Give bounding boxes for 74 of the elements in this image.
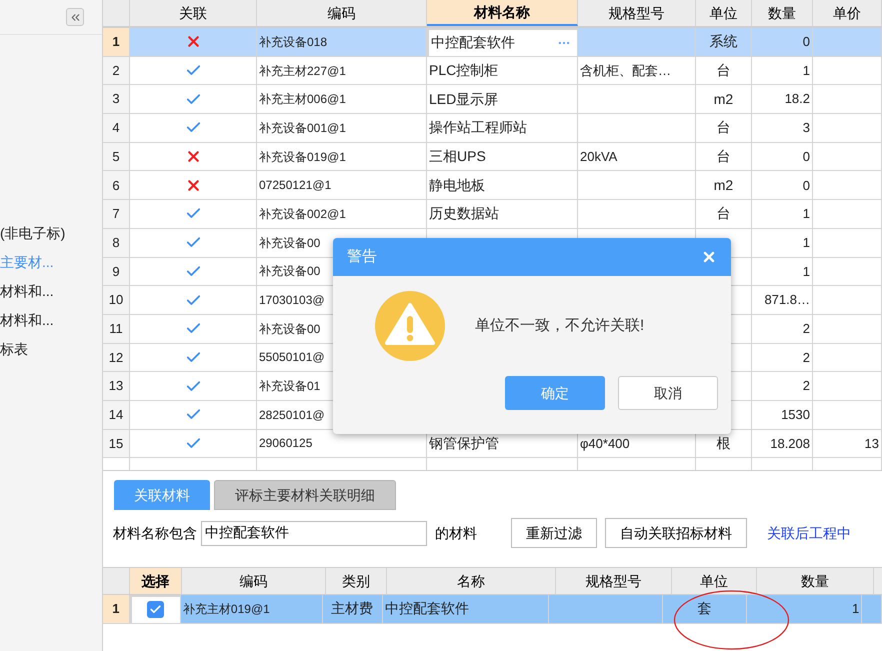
table-cell-text: 18.2: [784, 90, 810, 108]
table-cell-text: 17030103@: [259, 292, 325, 310]
row-header: 5: [103, 142, 130, 172]
row-header: 15: [103, 430, 130, 458]
row-header: 10: [103, 286, 130, 315]
table-cell-text: 07250121@1: [259, 177, 332, 194]
table-cell-text: 补充设备00: [259, 263, 320, 280]
row-header: 1: [103, 28, 130, 57]
table-cell-text: 0: [802, 33, 810, 52]
table-cell-text: 2: [802, 348, 810, 367]
row-header: 8: [103, 228, 130, 258]
table-cell-text: 1: [852, 600, 860, 618]
table-cell-text: LED显示屏: [429, 90, 498, 109]
table-cell-text: 20kVA: [580, 148, 618, 166]
table-cell-text: 2: [802, 377, 810, 396]
row-header: 11: [103, 314, 130, 344]
table-cell-text: 主材费: [331, 599, 374, 618]
table-cell-text: 1: [802, 262, 810, 281]
row-header: 4: [103, 114, 130, 143]
table-cell-text: 静电地板: [429, 176, 485, 195]
table-cell-text: 含机柜、配套…: [580, 62, 671, 80]
table-cell-text: 台: [716, 61, 730, 80]
table-cell-text: 13: [864, 434, 879, 453]
table-cell-text: 0: [802, 176, 810, 195]
table-cell-text: 3: [802, 119, 810, 138]
table-cell-text: 钢管保护管: [429, 434, 499, 453]
row-header: 14: [103, 400, 130, 430]
row-header: 9: [103, 258, 130, 286]
table-cell-text: 55050101@: [259, 349, 325, 366]
table-cell-text: PLC控制柜: [429, 61, 498, 80]
table-cell-text: 历史数据站: [429, 204, 499, 224]
filter-label: 材料名称包含: [113, 524, 197, 542]
table-cell-text: 补充主材006@1: [259, 91, 346, 108]
table-cell-text: 28250101@: [259, 406, 325, 424]
table-cell-text: 台: [716, 147, 730, 166]
table-cell-text: 补充主材019@1: [182, 600, 270, 618]
row-header: 3: [103, 85, 130, 114]
table-cell-text: 1: [802, 62, 810, 80]
table-cell-text: 2: [802, 320, 810, 338]
table-cell-text: m2: [714, 176, 734, 195]
table-cell-text: m2: [714, 90, 734, 109]
table-cell-text: 1530: [781, 406, 810, 424]
row-header: 1: [103, 595, 130, 624]
table-cell-text: 补充设备00: [259, 234, 320, 252]
table-cell-text: 0: [802, 148, 810, 166]
row-header: 2: [103, 56, 130, 86]
table-cell-text: 操作站工程师站: [429, 118, 527, 138]
table-cell-text: 补充设备01: [259, 378, 320, 396]
table-cell-text: 补充设备018: [259, 34, 328, 51]
table-cell-text: 871.8…: [764, 291, 810, 310]
table-cell-text: 1: [802, 234, 810, 252]
table-cell-text: 系统: [710, 32, 738, 52]
row-header: 12: [103, 344, 130, 372]
table-cell-text: 补充设备002@1: [259, 206, 346, 223]
table-cell-text: 补充设备019@1: [259, 148, 346, 166]
table-cell-text: 台: [716, 118, 730, 138]
filter-suffix: 的材料: [435, 524, 477, 542]
table-cell-text: φ40*400: [580, 434, 630, 453]
table-cell-text: 根: [716, 434, 730, 453]
dialog-title: 警告: [347, 246, 377, 267]
row-header: 6: [103, 171, 130, 200]
table-cell-text: 套: [698, 599, 712, 618]
table-cell-text: 三相UPS: [429, 147, 486, 166]
table-cell-text: 18.208: [770, 434, 810, 453]
table-cell-text: 补充设备001@1: [259, 120, 346, 137]
table-cell-text: 29060125: [259, 435, 312, 452]
table-cell-text: 1: [802, 205, 810, 224]
dialog-message: 单位不一致，不允许关联!: [475, 316, 644, 336]
row-header: 13: [103, 372, 130, 401]
table-cell-text: 中控配套软件: [384, 599, 469, 618]
table-cell-text: 台: [716, 204, 730, 224]
table-cell-text: 补充设备00: [259, 320, 320, 338]
row-header: 7: [103, 200, 130, 229]
table-cell-text: 补充主材227@1: [259, 62, 346, 80]
